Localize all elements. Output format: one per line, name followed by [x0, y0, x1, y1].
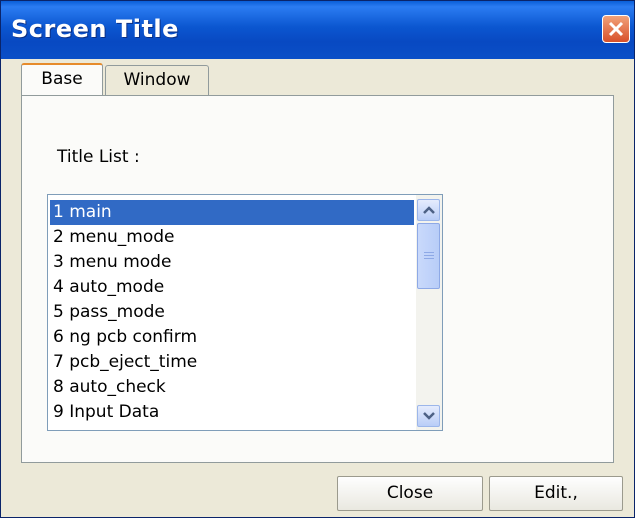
list-item[interactable]: 2 menu_mode: [50, 225, 414, 250]
listbox-scrollbar[interactable]: [416, 195, 442, 430]
list-item[interactable]: 3 menu mode: [50, 250, 414, 275]
list-item[interactable]: 5 pass_mode: [50, 300, 414, 325]
title-bar[interactable]: Screen Title: [1, 1, 634, 59]
scroll-down-button[interactable]: [417, 405, 440, 427]
thumb-grip: [424, 258, 434, 259]
thumb-grip: [424, 255, 434, 256]
title-listbox[interactable]: 1 main 2 menu_mode 3 menu mode 4 auto_mode 5…: [47, 194, 443, 431]
title-list-label: Title List :: [57, 147, 140, 167]
dialog-window: Screen Title Base Window Title List : 1 …: [0, 0, 635, 518]
close-button[interactable]: Close: [337, 476, 483, 511]
tab-base[interactable]: Base: [21, 63, 103, 96]
close-icon: [608, 21, 624, 37]
listbox-items: 1 main 2 menu_mode 3 menu mode 4 auto_mode 5…: [50, 200, 414, 425]
thumb-grip: [424, 252, 434, 253]
chevron-down-icon: [423, 412, 435, 420]
list-item[interactable]: 6 ng pcb confirm: [50, 325, 414, 350]
list-item[interactable]: 9 Input Data: [50, 400, 414, 425]
list-item[interactable]: 1 main: [50, 200, 414, 225]
scroll-up-button[interactable]: [417, 199, 440, 221]
scroll-thumb[interactable]: [417, 223, 440, 289]
list-item[interactable]: 4 auto_mode: [50, 275, 414, 300]
edit-button[interactable]: Edit.,: [489, 476, 623, 511]
list-item[interactable]: 8 auto_check: [50, 375, 414, 400]
chevron-up-icon: [423, 206, 435, 214]
window-close-button[interactable]: [602, 15, 630, 43]
list-item[interactable]: 7 pcb_eject_time: [50, 350, 414, 375]
tab-window[interactable]: Window: [105, 65, 209, 95]
window-title: Screen Title: [11, 15, 179, 43]
